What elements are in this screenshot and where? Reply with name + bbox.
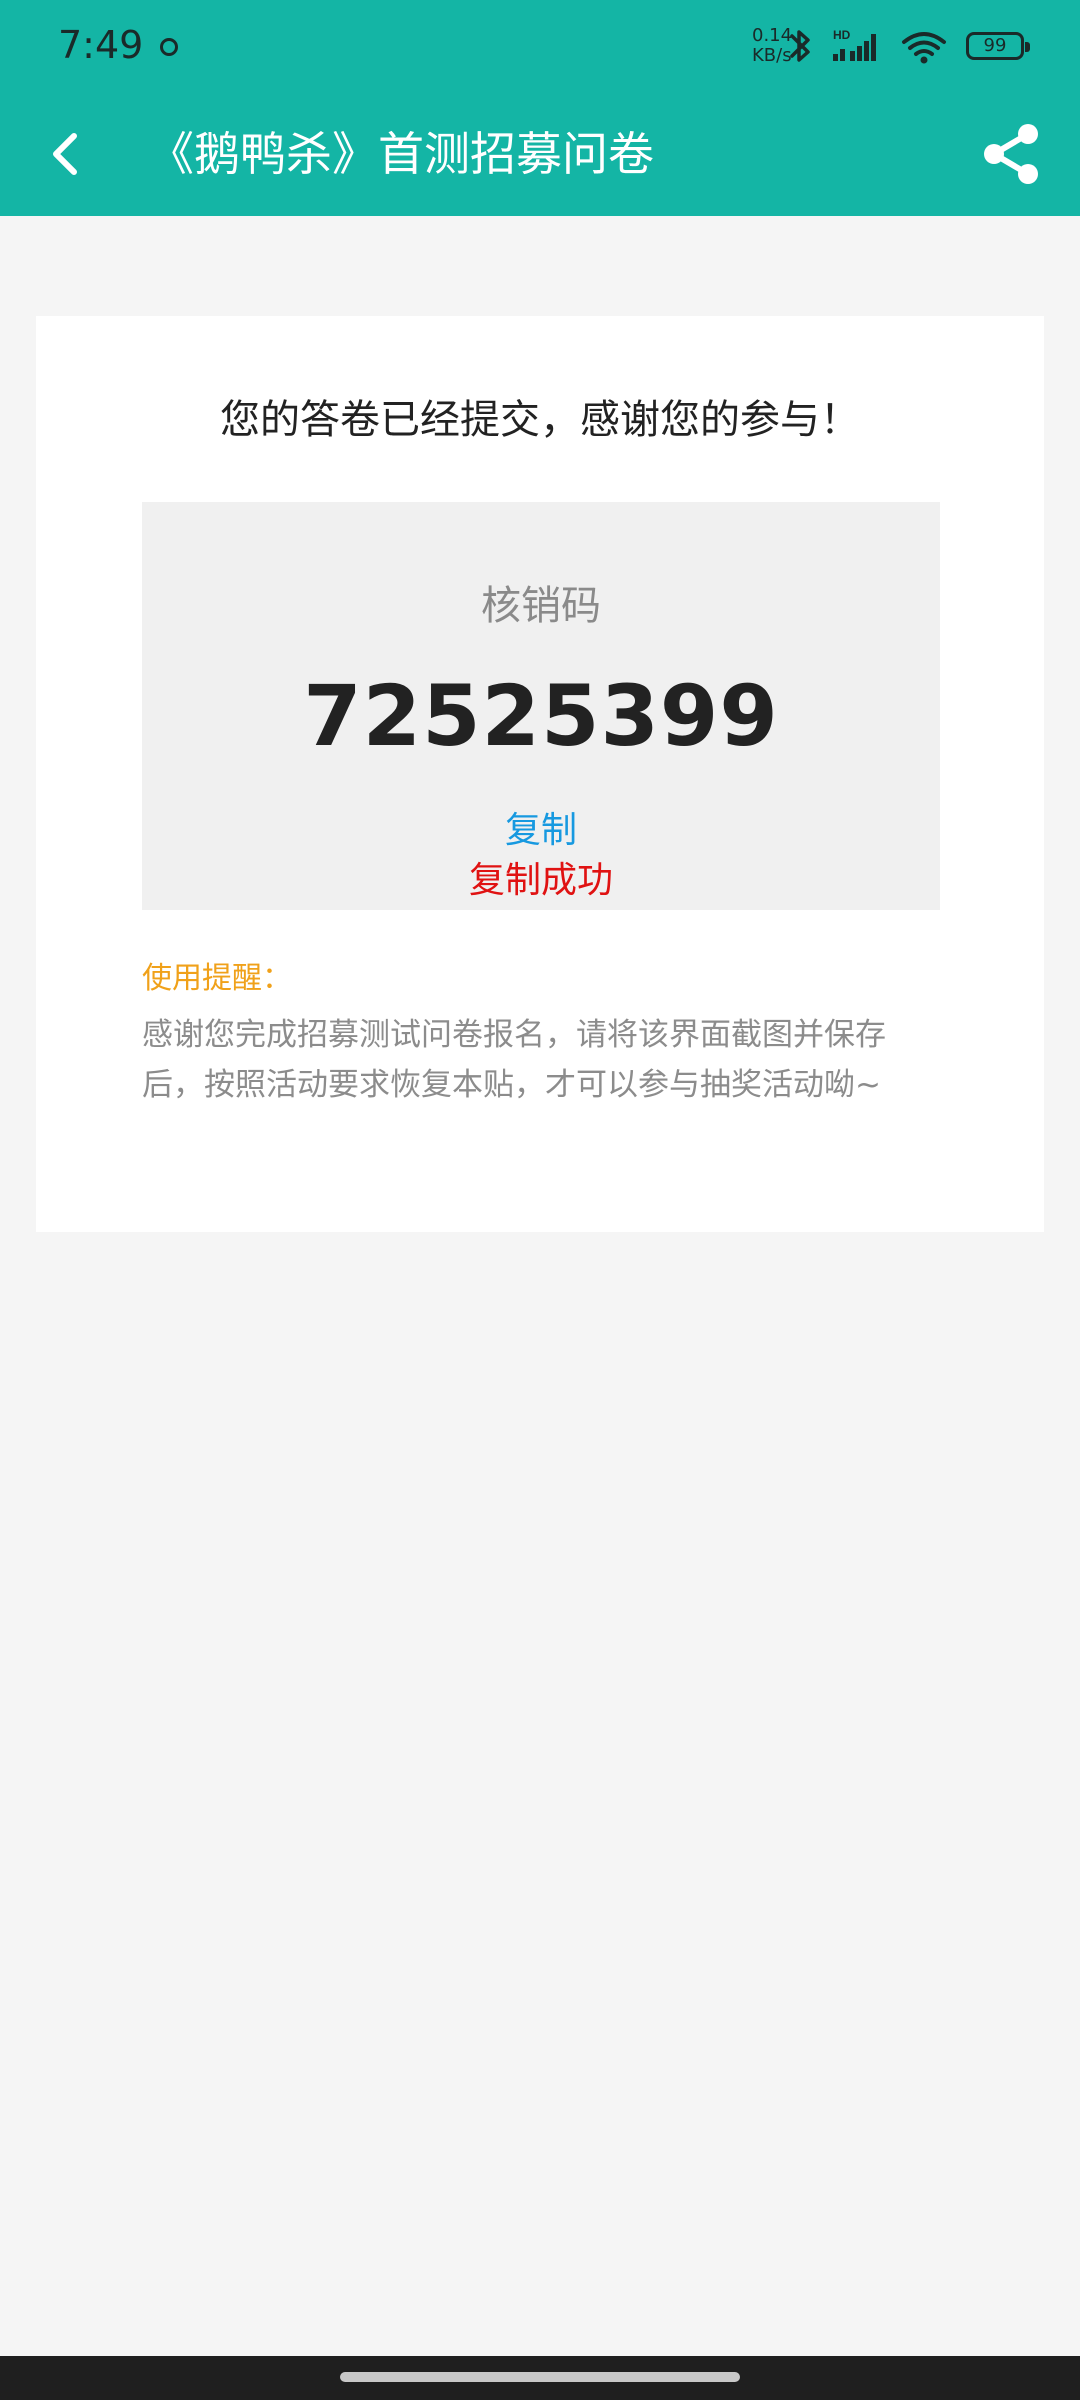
back-arrow-icon[interactable] [34, 122, 98, 186]
gesture-navigation-bar [0, 2356, 1080, 2400]
share-icon[interactable] [978, 120, 1046, 188]
status-icons: HD 99 [786, 24, 1030, 68]
copy-success-message: 复制成功 [468, 860, 613, 901]
hd-signal-icon: HD [833, 28, 876, 61]
svg-text:HD: HD [833, 28, 851, 42]
usage-tip-text: 感谢您完成招募测试问卷报名，请将该界面截图并保存后，按照活动要求恢复本贴，才可以… [142, 1017, 886, 1103]
verification-code: 72525399 [303, 667, 779, 765]
verification-code-box: 核销码 72525399 复制 复制成功 [142, 502, 940, 910]
code-label: 核销码 [481, 583, 601, 629]
page-title: 《鹅鸭杀》首测招募问卷 [148, 127, 654, 181]
battery-icon: 99 [966, 32, 1030, 60]
status-time: 7:49 [58, 23, 144, 67]
app-bar: 《鹅鸭杀》首测招募问卷 [0, 92, 1080, 216]
bluetooth-icon [790, 30, 810, 62]
status-bar: 7:49 0.14 KB/s HD 99 [0, 0, 1080, 92]
usage-tip-title: 使用提醒： [142, 961, 292, 996]
gesture-handle[interactable] [340, 2372, 740, 2382]
wifi-icon [902, 32, 946, 64]
submission-message: 您的答卷已经提交，感谢您的参与！ [220, 397, 860, 443]
submission-card: 您的答卷已经提交，感谢您的参与！ 核销码 72525399 复制 复制成功 使用… [36, 316, 1044, 1232]
copy-button[interactable]: 复制 [441, 806, 641, 856]
notification-dot-icon [160, 38, 178, 56]
